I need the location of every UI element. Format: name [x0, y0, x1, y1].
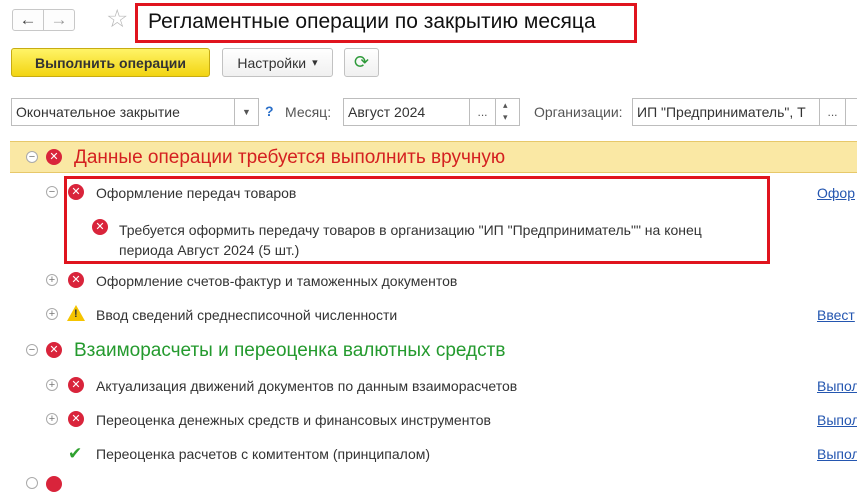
help-link[interactable]: ?	[265, 103, 274, 119]
item-action-link-headcount[interactable]: Ввест	[817, 307, 855, 323]
expand-toggle-icon[interactable]: +	[46, 379, 58, 391]
check-icon: ✔	[68, 444, 83, 463]
collapse-toggle-icon[interactable]: −	[46, 186, 58, 198]
error-icon: ✕	[46, 342, 62, 358]
collapse-toggle-icon[interactable]: −	[26, 151, 38, 163]
month-input[interactable]: Август 2024	[343, 98, 470, 126]
arrow-right-icon: →	[50, 10, 68, 29]
item-title-headcount[interactable]: Ввод сведений среднесписочной численност…	[96, 307, 397, 323]
group-title-manual: Данные операции требуется выполнить вруч…	[74, 147, 506, 168]
settings-label: Настройки	[237, 54, 307, 71]
execute-operations-button[interactable]: Выполнить операции	[11, 48, 210, 77]
expand-toggle-icon[interactable]: +	[46, 308, 58, 320]
item-title-actualize[interactable]: Актуализация движений документов по данн…	[96, 378, 517, 394]
error-icon: ✕	[46, 149, 62, 165]
error-icon: ✕	[68, 184, 84, 200]
error-icon: ✕	[68, 411, 84, 427]
closing-mode-select[interactable]: Окончательное закрытие	[11, 98, 235, 126]
arrow-left-icon: ←	[19, 10, 37, 29]
month-spinner[interactable]: ▴ ▾	[496, 98, 520, 126]
item-action-link-revalue-commit[interactable]: Выпол	[817, 446, 857, 462]
warning-icon: !	[67, 305, 85, 321]
forward-button[interactable]: →	[43, 9, 75, 31]
group-title-settlements: Взаиморасчеты и переоценка валютных сред…	[74, 340, 506, 361]
error-icon	[46, 476, 62, 492]
month-label: Месяц:	[285, 104, 332, 120]
item-title-transfer[interactable]: Оформление передач товаров	[96, 185, 296, 201]
back-button[interactable]: ←	[12, 9, 44, 31]
organization-extra-button[interactable]	[846, 98, 857, 126]
organization-label: Организации:	[534, 104, 623, 120]
expand-toggle-icon[interactable]: +	[46, 274, 58, 286]
refresh-icon: ⟳	[353, 52, 370, 72]
refresh-button[interactable]: ⟳	[344, 48, 379, 77]
item-title-revalue-commit[interactable]: Переоценка расчетов с комитентом (принци…	[96, 446, 430, 462]
item-title-invoices[interactable]: Оформление счетов-фактур и таможенных до…	[96, 273, 457, 289]
page-title: Регламентные операции по закрытию месяца	[148, 10, 596, 33]
error-icon: ✕	[68, 272, 84, 288]
closing-mode-dropdown-button[interactable]: ▼	[235, 98, 259, 126]
transfer-error-message: Требуется оформить передачу товаров в ор…	[119, 222, 702, 258]
organization-input[interactable]: ИП "Предприниматель", Т	[632, 98, 820, 126]
spin-up-icon[interactable]: ▴	[503, 100, 508, 111]
item-action-link-transfer[interactable]: Офор	[817, 185, 855, 201]
collapse-toggle-icon[interactable]	[26, 477, 38, 489]
chevron-down-icon: ▾	[312, 57, 318, 69]
triangle-down-icon: ▼	[242, 107, 251, 117]
spin-down-icon[interactable]: ▾	[503, 112, 508, 123]
collapse-toggle-icon[interactable]: −	[26, 344, 38, 356]
organization-select-button[interactable]: ...	[820, 98, 846, 126]
item-action-link-actualize[interactable]: Выпол	[817, 378, 857, 394]
item-title-revalue-cash[interactable]: Переоценка денежных средств и финансовых…	[96, 412, 491, 428]
error-icon: ✕	[68, 377, 84, 393]
favorite-star-icon[interactable]: ☆	[106, 7, 128, 32]
error-icon: ✕	[92, 219, 108, 235]
expand-toggle-icon[interactable]: +	[46, 413, 58, 425]
settings-button[interactable]: Настройки ▾	[222, 48, 333, 77]
item-action-link-revalue-cash[interactable]: Выпол	[817, 412, 857, 428]
month-select-button[interactable]: ...	[470, 98, 496, 126]
